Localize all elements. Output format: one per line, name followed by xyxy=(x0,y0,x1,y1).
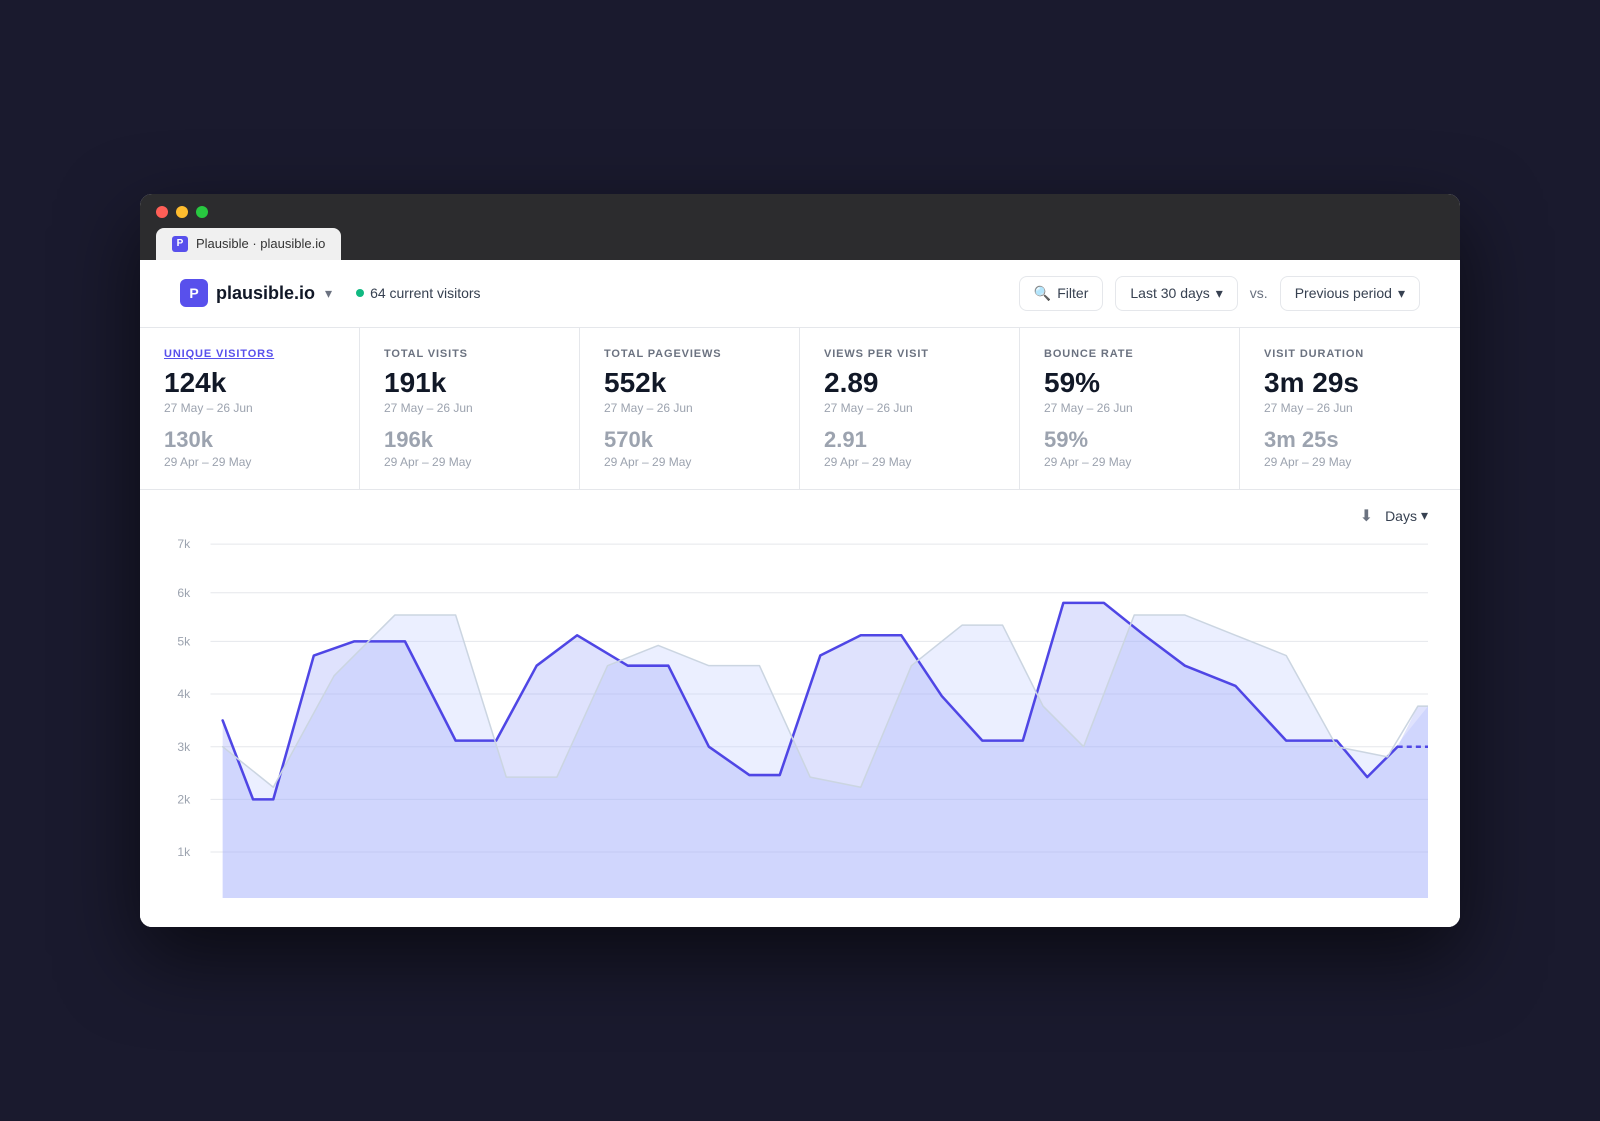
stat-prev-value: 59% xyxy=(1044,427,1215,453)
date-range-dropdown[interactable]: Last 30 days ▾ xyxy=(1115,276,1237,311)
stat-label: TOTAL PAGEVIEWS xyxy=(604,348,775,360)
stat-current-value: 124k xyxy=(164,368,335,399)
stat-label: BOUNCE RATE xyxy=(1044,348,1215,360)
comparison-chevron-icon: ▾ xyxy=(1398,285,1405,302)
date-range-chevron-icon: ▾ xyxy=(1216,285,1223,302)
logo-text: plausible.io xyxy=(216,283,315,304)
days-chevron-icon: ▾ xyxy=(1421,507,1428,524)
vs-label: vs. xyxy=(1250,285,1268,301)
header-controls: 🔍 Filter Last 30 days ▾ vs. Previous per… xyxy=(1019,276,1420,311)
download-button[interactable]: ⬇ xyxy=(1360,506,1373,526)
comparison-label: Previous period xyxy=(1295,285,1392,301)
svg-text:1k: 1k xyxy=(177,845,191,859)
stat-current-period: 27 May – 26 Jun xyxy=(1044,401,1215,415)
stat-current-period: 27 May – 26 Jun xyxy=(824,401,995,415)
stat-current-value: 3m 29s xyxy=(1264,368,1436,399)
stat-card-total-visits[interactable]: TOTAL VISITS 191k 27 May – 26 Jun 196k 2… xyxy=(360,328,580,489)
svg-text:0: 0 xyxy=(183,895,190,898)
search-icon: 🔍 xyxy=(1034,285,1051,302)
stat-current-period: 27 May – 26 Jun xyxy=(1264,401,1436,415)
stat-current-period: 27 May – 26 Jun xyxy=(164,401,335,415)
svg-text:3k: 3k xyxy=(177,739,191,753)
stat-prev-value: 2.91 xyxy=(824,427,995,453)
stat-card-unique-visitors[interactable]: UNIQUE VISITORS 124k 27 May – 26 Jun 130… xyxy=(140,328,360,489)
stat-label: TOTAL VISITS xyxy=(384,348,555,360)
stat-current-value: 191k xyxy=(384,368,555,399)
svg-text:4k: 4k xyxy=(177,687,191,701)
chart-container: 7k 6k 5k 4k 3k 2k 1k 0 xyxy=(172,534,1428,904)
stat-card-views-per-visit[interactable]: VIEWS PER VISIT 2.89 27 May – 26 Jun 2.9… xyxy=(800,328,1020,489)
stat-card-bounce-rate[interactable]: BOUNCE RATE 59% 27 May – 26 Jun 59% 29 A… xyxy=(1020,328,1240,489)
browser-chrome: Plausible · plausible.io xyxy=(140,194,1460,260)
filter-button[interactable]: 🔍 Filter xyxy=(1019,276,1104,311)
tab-title: Plausible · plausible.io xyxy=(196,236,325,251)
close-button[interactable] xyxy=(156,206,168,218)
live-indicator-icon xyxy=(356,289,364,297)
plausible-logo-icon: P xyxy=(180,279,208,307)
browser-controls xyxy=(156,206,1444,218)
chart-toolbar: ⬇ Days ▾ xyxy=(172,506,1428,526)
chart-area: ⬇ Days ▾ 7k 6k 5k 4k 3k xyxy=(140,490,1460,928)
stat-label: VISIT DURATION xyxy=(1264,348,1436,360)
tab-bar: Plausible · plausible.io xyxy=(156,228,1444,260)
comparison-dropdown[interactable]: Previous period ▾ xyxy=(1280,276,1420,311)
stat-current-value: 59% xyxy=(1044,368,1215,399)
stat-card-visit-duration[interactable]: VISIT DURATION 3m 29s 27 May – 26 Jun 3m… xyxy=(1240,328,1460,489)
visitors-count-text: 64 current visitors xyxy=(370,285,480,301)
browser-window: Plausible · plausible.io P plausible.io … xyxy=(140,194,1460,927)
stat-label: VIEWS PER VISIT xyxy=(824,348,995,360)
filter-label: Filter xyxy=(1057,285,1088,301)
stat-current-period: 27 May – 26 Jun xyxy=(604,401,775,415)
maximize-button[interactable] xyxy=(196,206,208,218)
stat-prev-value: 196k xyxy=(384,427,555,453)
stat-prev-period: 29 Apr – 29 May xyxy=(1264,455,1436,469)
stat-prev-value: 570k xyxy=(604,427,775,453)
stat-current-value: 2.89 xyxy=(824,368,995,399)
page-content: P plausible.io ▾ 64 current visitors 🔍 F… xyxy=(140,260,1460,927)
logo-area[interactable]: P plausible.io ▾ xyxy=(180,279,332,307)
stat-current-value: 552k xyxy=(604,368,775,399)
days-label: Days xyxy=(1385,508,1417,524)
stat-prev-period: 29 Apr – 29 May xyxy=(604,455,775,469)
browser-tab[interactable]: Plausible · plausible.io xyxy=(156,228,341,260)
logo-dropdown-chevron-icon: ▾ xyxy=(325,285,332,302)
stat-prev-period: 29 Apr – 29 May xyxy=(1044,455,1215,469)
minimize-button[interactable] xyxy=(176,206,188,218)
stat-prev-period: 29 Apr – 29 May xyxy=(824,455,995,469)
stat-prev-value: 3m 25s xyxy=(1264,427,1436,453)
current-visitors-badge: 64 current visitors xyxy=(356,285,480,301)
stats-grid: UNIQUE VISITORS 124k 27 May – 26 Jun 130… xyxy=(140,328,1460,490)
stat-current-period: 27 May – 26 Jun xyxy=(384,401,555,415)
svg-text:6k: 6k xyxy=(177,585,191,599)
stat-label[interactable]: UNIQUE VISITORS xyxy=(164,348,335,360)
stat-prev-value: 130k xyxy=(164,427,335,453)
header: P plausible.io ▾ 64 current visitors 🔍 F… xyxy=(140,260,1460,328)
stat-prev-period: 29 Apr – 29 May xyxy=(384,455,555,469)
svg-text:5k: 5k xyxy=(177,634,191,648)
date-range-label: Last 30 days xyxy=(1130,285,1209,301)
stat-prev-period: 29 Apr – 29 May xyxy=(164,455,335,469)
stat-card-total-pageviews[interactable]: TOTAL PAGEVIEWS 552k 27 May – 26 Jun 570… xyxy=(580,328,800,489)
svg-text:7k: 7k xyxy=(177,537,191,551)
days-dropdown[interactable]: Days ▾ xyxy=(1385,507,1428,524)
svg-text:2k: 2k xyxy=(177,792,191,806)
tab-favicon-icon xyxy=(172,236,188,252)
